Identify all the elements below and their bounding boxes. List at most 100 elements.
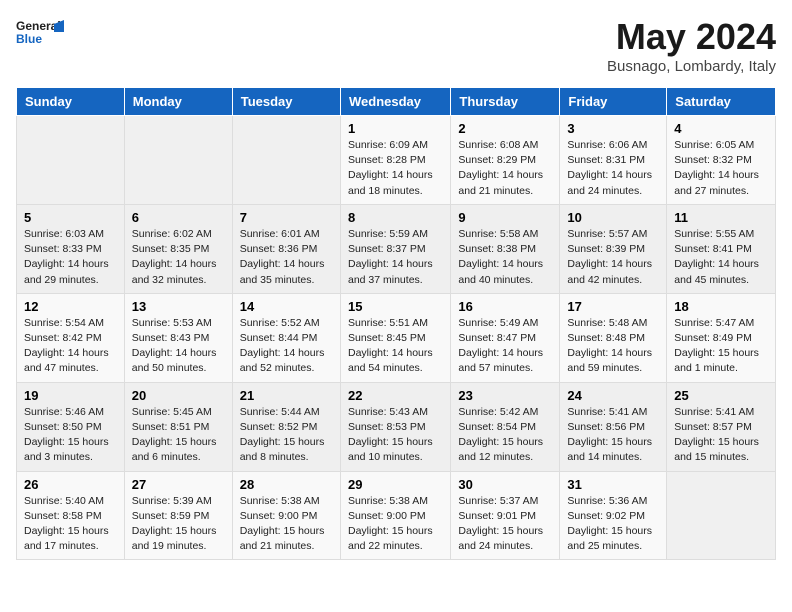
weekday-header-thursday: Thursday (451, 88, 560, 116)
day-number: 19 (24, 388, 117, 403)
calendar-cell: 16 Sunrise: 5:49 AMSunset: 8:47 PMDayligh… (451, 293, 560, 382)
calendar-cell: 1 Sunrise: 6:09 AMSunset: 8:28 PMDaylight… (340, 116, 450, 205)
calendar-week-row: 1 Sunrise: 6:09 AMSunset: 8:28 PMDaylight… (17, 116, 776, 205)
page-header: General Blue May 2024 Busnago, Lombardy,… (16, 16, 776, 75)
day-number: 25 (674, 388, 768, 403)
day-info: Sunrise: 5:58 AMSunset: 8:38 PMDaylight:… (458, 227, 552, 288)
day-info: Sunrise: 5:53 AMSunset: 8:43 PMDaylight:… (132, 316, 225, 377)
weekday-header-row: SundayMondayTuesdayWednesdayThursdayFrid… (17, 88, 776, 116)
day-number: 12 (24, 299, 117, 314)
day-info: Sunrise: 5:36 AMSunset: 9:02 PMDaylight:… (567, 494, 659, 555)
calendar-cell: 23Sunrise: 5:42 AMSunset: 8:54 PMDayligh… (451, 382, 560, 471)
title-block: May 2024 Busnago, Lombardy, Italy (607, 16, 776, 75)
day-number: 26 (24, 477, 117, 492)
day-info: Sunrise: 5:40 AMSunset: 8:58 PMDaylight:… (24, 494, 117, 555)
day-number: 27 (132, 477, 225, 492)
weekday-header-monday: Monday (124, 88, 232, 116)
day-number: 31 (567, 477, 659, 492)
calendar-cell: 15 Sunrise: 5:51 AMSunset: 8:45 PMDayligh… (340, 293, 450, 382)
day-info: Sunrise: 6:08 AMSunset: 8:29 PMDaylight:… (458, 138, 552, 199)
calendar-table: SundayMondayTuesdayWednesdayThursdayFrid… (16, 87, 776, 560)
calendar-cell (667, 471, 776, 560)
day-number: 16 (458, 299, 552, 314)
month-title: May 2024 (607, 16, 776, 58)
day-info: Sunrise: 5:47 AMSunset: 8:49 PMDaylight:… (674, 316, 768, 377)
day-info: Sunrise: 6:01 AMSunset: 8:36 PMDaylight:… (240, 227, 333, 288)
day-info: Sunrise: 5:51 AMSunset: 8:45 PMDaylight:… (348, 316, 443, 377)
day-info: Sunrise: 5:54 AMSunset: 8:42 PMDaylight:… (24, 316, 117, 377)
calendar-cell: 28 Sunrise: 5:38 AMSunset: 9:00 PMDayligh… (232, 471, 340, 560)
calendar-cell: 6 Sunrise: 6:02 AMSunset: 8:35 PMDaylight… (124, 204, 232, 293)
day-info: Sunrise: 6:05 AMSunset: 8:32 PMDaylight:… (674, 138, 768, 199)
day-info: Sunrise: 5:45 AMSunset: 8:51 PMDaylight:… (132, 405, 225, 466)
weekday-header-wednesday: Wednesday (340, 88, 450, 116)
day-number: 28 (240, 477, 333, 492)
calendar-cell (232, 116, 340, 205)
day-info: Sunrise: 5:52 AMSunset: 8:44 PMDaylight:… (240, 316, 333, 377)
calendar-week-row: 26 Sunrise: 5:40 AMSunset: 8:58 PMDayligh… (17, 471, 776, 560)
calendar-week-row: 19 Sunrise: 5:46 AMSunset: 8:50 PMDayligh… (17, 382, 776, 471)
day-info: Sunrise: 5:43 AMSunset: 8:53 PMDaylight:… (348, 405, 443, 466)
calendar-cell: 29 Sunrise: 5:38 AMSunset: 9:00 PMDayligh… (340, 471, 450, 560)
day-info: Sunrise: 5:44 AMSunset: 8:52 PMDaylight:… (240, 405, 333, 466)
day-number: 30 (458, 477, 552, 492)
day-number: 9 (458, 210, 552, 225)
day-number: 22 (348, 388, 443, 403)
day-info: Sunrise: 6:02 AMSunset: 8:35 PMDaylight:… (132, 227, 225, 288)
day-info: Sunrise: 5:41 AMSunset: 8:56 PMDaylight:… (567, 405, 659, 466)
weekday-header-friday: Friday (560, 88, 667, 116)
calendar-cell: 31 Sunrise: 5:36 AMSunset: 9:02 PMDayligh… (560, 471, 667, 560)
day-number: 3 (567, 121, 659, 136)
day-info: Sunrise: 5:41 AMSunset: 8:57 PMDaylight:… (674, 405, 768, 466)
day-number: 6 (132, 210, 225, 225)
day-info: Sunrise: 5:38 AMSunset: 9:00 PMDaylight:… (348, 494, 443, 555)
calendar-cell: 24Sunrise: 5:41 AMSunset: 8:56 PMDayligh… (560, 382, 667, 471)
weekday-header-saturday: Saturday (667, 88, 776, 116)
calendar-week-row: 12 Sunrise: 5:54 AMSunset: 8:42 PMDayligh… (17, 293, 776, 382)
calendar-cell: 5Sunrise: 6:03 AMSunset: 8:33 PMDaylight… (17, 204, 125, 293)
day-info: Sunrise: 5:49 AMSunset: 8:47 PMDaylight:… (458, 316, 552, 377)
day-number: 17 (567, 299, 659, 314)
calendar-week-row: 5Sunrise: 6:03 AMSunset: 8:33 PMDaylight… (17, 204, 776, 293)
day-number: 13 (132, 299, 225, 314)
day-info: Sunrise: 5:39 AMSunset: 8:59 PMDaylight:… (132, 494, 225, 555)
day-number: 10 (567, 210, 659, 225)
calendar-cell: 3Sunrise: 6:06 AMSunset: 8:31 PMDaylight… (560, 116, 667, 205)
calendar-cell: 13 Sunrise: 5:53 AMSunset: 8:43 PMDayligh… (124, 293, 232, 382)
calendar-cell: 9 Sunrise: 5:58 AMSunset: 8:38 PMDaylight… (451, 204, 560, 293)
calendar-cell: 22 Sunrise: 5:43 AMSunset: 8:53 PMDayligh… (340, 382, 450, 471)
day-info: Sunrise: 6:09 AMSunset: 8:28 PMDaylight:… (348, 138, 443, 199)
day-info: Sunrise: 5:42 AMSunset: 8:54 PMDaylight:… (458, 405, 552, 466)
day-number: 21 (240, 388, 333, 403)
calendar-cell: 26 Sunrise: 5:40 AMSunset: 8:58 PMDayligh… (17, 471, 125, 560)
day-number: 7 (240, 210, 333, 225)
calendar-cell (124, 116, 232, 205)
day-number: 1 (348, 121, 443, 136)
calendar-cell: 7 Sunrise: 6:01 AMSunset: 8:36 PMDaylight… (232, 204, 340, 293)
calendar-cell: 20Sunrise: 5:45 AMSunset: 8:51 PMDayligh… (124, 382, 232, 471)
day-number: 11 (674, 210, 768, 225)
day-number: 4 (674, 121, 768, 136)
weekday-header-tuesday: Tuesday (232, 88, 340, 116)
calendar-cell: 10 Sunrise: 5:57 AMSunset: 8:39 PMDayligh… (560, 204, 667, 293)
day-number: 8 (348, 210, 443, 225)
day-number: 29 (348, 477, 443, 492)
day-info: Sunrise: 5:57 AMSunset: 8:39 PMDaylight:… (567, 227, 659, 288)
day-info: Sunrise: 5:38 AMSunset: 9:00 PMDaylight:… (240, 494, 333, 555)
day-info: Sunrise: 5:46 AMSunset: 8:50 PMDaylight:… (24, 405, 117, 466)
day-info: Sunrise: 5:59 AMSunset: 8:37 PMDaylight:… (348, 227, 443, 288)
calendar-cell: 21 Sunrise: 5:44 AMSunset: 8:52 PMDayligh… (232, 382, 340, 471)
calendar-cell: 30Sunrise: 5:37 AMSunset: 9:01 PMDayligh… (451, 471, 560, 560)
calendar-cell: 17 Sunrise: 5:48 AMSunset: 8:48 PMDayligh… (560, 293, 667, 382)
logo: General Blue (16, 16, 64, 52)
calendar-cell: 19 Sunrise: 5:46 AMSunset: 8:50 PMDayligh… (17, 382, 125, 471)
logo-icon: General Blue (16, 16, 64, 52)
svg-text:General: General (16, 19, 61, 33)
day-number: 2 (458, 121, 552, 136)
calendar-cell: 4 Sunrise: 6:05 AMSunset: 8:32 PMDaylight… (667, 116, 776, 205)
weekday-header-sunday: Sunday (17, 88, 125, 116)
day-number: 5 (24, 210, 117, 225)
day-number: 15 (348, 299, 443, 314)
day-info: Sunrise: 5:48 AMSunset: 8:48 PMDaylight:… (567, 316, 659, 377)
svg-text:Blue: Blue (16, 32, 42, 46)
